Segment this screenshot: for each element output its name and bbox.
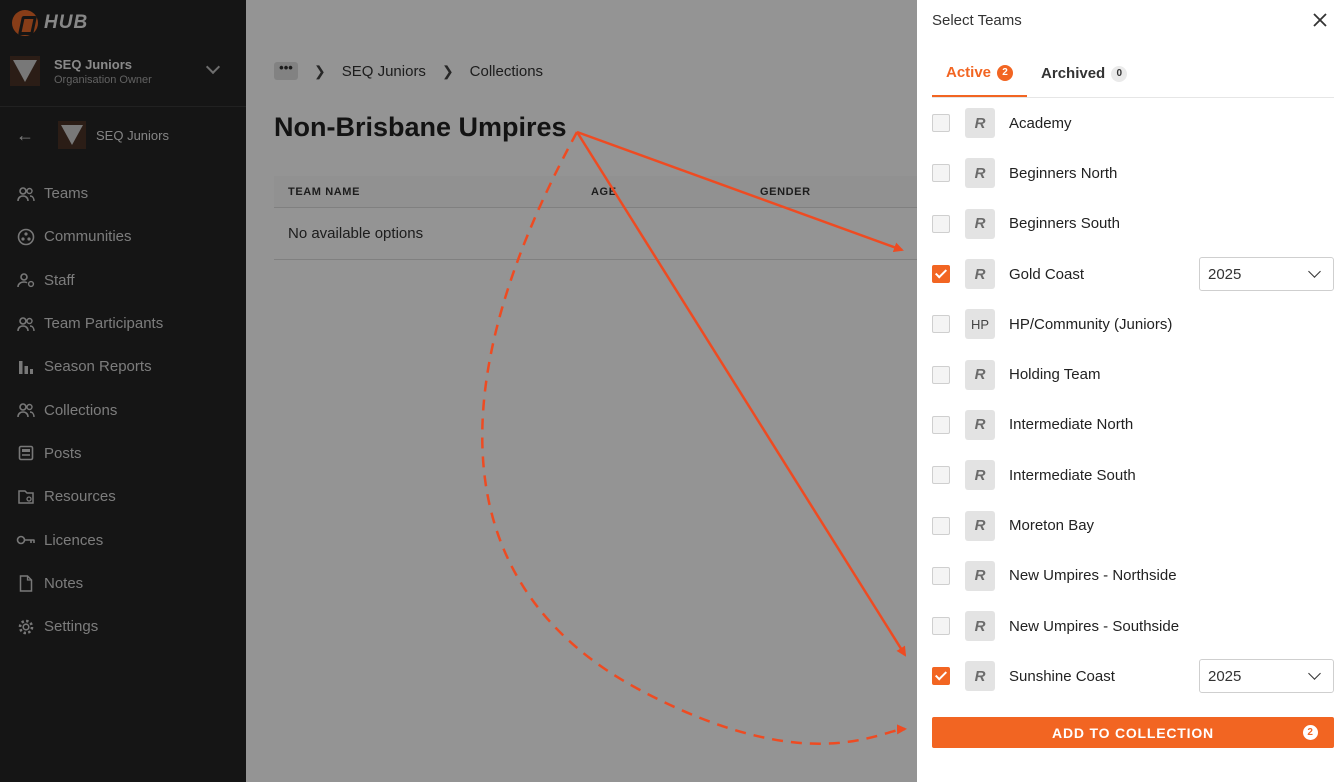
team-checkbox[interactable]	[932, 617, 950, 636]
list-item[interactable]: R Gold Coast 2025	[932, 249, 1334, 299]
tab-count-badge: 2	[997, 64, 1014, 81]
list-item[interactable]: R New Umpires - Northside	[932, 551, 1334, 601]
tab-count-badge: 0	[1111, 65, 1128, 82]
checkmark-icon	[934, 266, 948, 279]
drawer-title: Select Teams	[932, 12, 1022, 29]
chevron-down-icon	[1308, 667, 1321, 681]
team-name: HP/Community (Juniors)	[1009, 315, 1173, 333]
season-select[interactable]: 2025	[1199, 257, 1334, 292]
team-name: Intermediate South	[1009, 466, 1136, 484]
select-teams-drawer: Select Teams Active 2 Archived 0 R Acade…	[917, 0, 1342, 782]
team-logo: R	[965, 611, 995, 642]
team-logo: R	[965, 259, 995, 290]
drawer-tabs: Active 2 Archived 0	[932, 50, 1334, 98]
list-item[interactable]: R New Umpires - Southside	[932, 601, 1334, 651]
team-list: R Academy R Beginners North R Beginners …	[932, 98, 1334, 702]
add-to-collection-label: ADD TO COLLECTION	[1052, 724, 1214, 741]
team-name: Sunshine Coast	[1009, 667, 1115, 685]
tab-active[interactable]: Active 2	[932, 50, 1028, 97]
list-item[interactable]: R Beginners South	[932, 199, 1334, 249]
team-logo: HP	[965, 309, 995, 340]
team-logo: R	[965, 359, 995, 390]
team-checkbox[interactable]	[932, 667, 950, 686]
team-name: Academy	[1009, 114, 1072, 132]
team-logo: R	[965, 510, 995, 541]
team-checkbox[interactable]	[932, 114, 950, 133]
season-select-value: 2025	[1208, 265, 1242, 283]
team-name: Beginners North	[1009, 164, 1118, 182]
team-logo: R	[965, 661, 995, 692]
close-icon[interactable]	[1312, 12, 1328, 28]
team-name: New Umpires - Southside	[1009, 617, 1180, 635]
team-name: Moreton Bay	[1009, 517, 1095, 535]
team-name: Intermediate North	[1009, 416, 1134, 434]
list-item[interactable]: R Intermediate South	[932, 450, 1334, 500]
team-checkbox[interactable]	[932, 365, 950, 384]
team-logo: R	[965, 208, 995, 239]
list-item[interactable]: R Moreton Bay	[932, 500, 1334, 550]
team-name: Holding Team	[1009, 366, 1101, 384]
checkmark-icon	[934, 668, 948, 681]
tab-label: Active	[946, 64, 992, 81]
season-select-value: 2025	[1208, 667, 1242, 685]
list-item[interactable]: R Sunshine Coast 2025	[932, 651, 1334, 701]
team-checkbox[interactable]	[932, 516, 950, 535]
team-logo: R	[965, 158, 995, 189]
list-item[interactable]: R Academy	[932, 98, 1334, 148]
modal-backdrop[interactable]	[0, 0, 917, 782]
team-logo: R	[965, 560, 995, 591]
list-item[interactable]: R Holding Team	[932, 349, 1334, 399]
team-name: New Umpires - Northside	[1009, 567, 1177, 585]
team-logo: R	[965, 409, 995, 440]
tab-label: Archived	[1041, 65, 1106, 82]
team-checkbox[interactable]	[932, 164, 950, 183]
team-checkbox[interactable]	[932, 214, 950, 233]
list-item[interactable]: HP HP/Community (Juniors)	[932, 299, 1334, 349]
team-checkbox[interactable]	[932, 265, 950, 284]
team-checkbox[interactable]	[932, 415, 950, 434]
team-name: Beginners South	[1009, 215, 1120, 233]
team-logo: R	[965, 108, 995, 139]
team-checkbox[interactable]	[932, 566, 950, 585]
list-item[interactable]: R Intermediate North	[932, 400, 1334, 450]
tab-archived[interactable]: Archived 0	[1027, 50, 1141, 97]
selected-count-badge: 2	[1303, 725, 1318, 740]
add-to-collection-button[interactable]: ADD TO COLLECTION 2	[932, 717, 1334, 748]
season-select[interactable]: 2025	[1199, 659, 1334, 694]
team-checkbox[interactable]	[932, 315, 950, 334]
chevron-down-icon	[1308, 265, 1321, 278]
team-logo: R	[965, 460, 995, 491]
team-name: Gold Coast	[1009, 265, 1085, 283]
team-checkbox[interactable]	[932, 466, 950, 485]
list-item[interactable]: R Beginners North	[932, 148, 1334, 198]
